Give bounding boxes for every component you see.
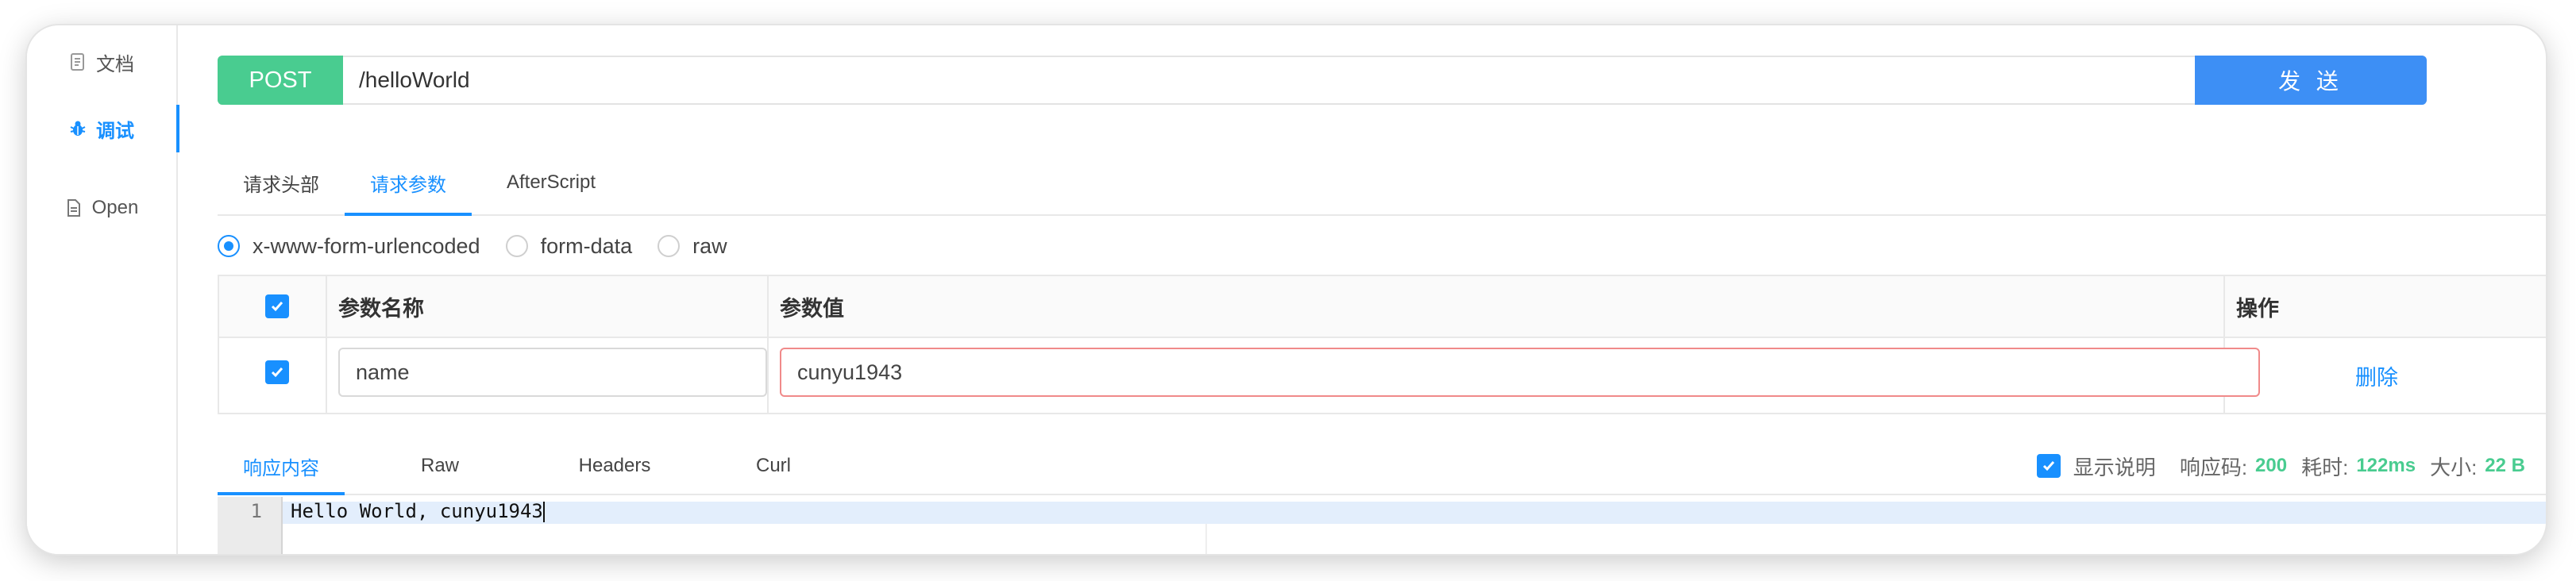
body-type-radio-group: x-www-form-urlencoded form-data raw	[218, 230, 753, 262]
radio-dot-icon	[657, 235, 681, 257]
sidebar-item-docs[interactable]: 文档	[27, 38, 176, 86]
radio-label: raw	[692, 233, 727, 258]
document-icon	[69, 52, 87, 71]
check-icon	[271, 302, 283, 312]
radio-dot-icon	[218, 235, 240, 257]
sidebar: 文档 调试 Open	[27, 25, 179, 554]
radio-form-data[interactable]: form-data	[505, 233, 633, 259]
sidebar-item-debug[interactable]: 调试	[27, 105, 179, 152]
tab-afterscript[interactable]: AfterScript	[472, 151, 631, 214]
active-line-highlight	[283, 502, 2546, 524]
send-button[interactable]: 发 送	[2195, 56, 2427, 105]
time-value: 122ms	[2356, 455, 2416, 476]
size-label: 大小:	[2430, 455, 2478, 479]
sidebar-item-open[interactable]: Open	[27, 184, 176, 232]
time-label: 耗时:	[2301, 455, 2349, 479]
check-icon	[2042, 461, 2054, 471]
show-desc-label: 显示说明	[2073, 455, 2156, 479]
delete-row-link[interactable]: 删除	[2355, 360, 2398, 391]
bug-icon	[69, 119, 87, 138]
param-value-input[interactable]	[780, 348, 2260, 397]
column-header-name: 参数名称	[338, 296, 424, 321]
url-input[interactable]	[343, 57, 2408, 103]
column-header-action: 操作	[2236, 296, 2279, 321]
line-number: 1	[250, 500, 262, 522]
radio-x-www-form-urlencoded[interactable]: x-www-form-urlencoded	[218, 234, 480, 259]
response-tabs: 响应内容 Raw Headers Curl 显示说明 响应码: 200 耗时: …	[218, 438, 2546, 495]
tab-raw[interactable]: Raw	[345, 438, 535, 494]
response-meta: 显示说明 响应码: 200 耗时: 122ms 大小: 22 B	[2036, 438, 2525, 494]
params-table: 参数名称 参数值 操作 删除	[218, 275, 2546, 414]
sidebar-item-label: Open	[91, 197, 139, 218]
line-gutter: 1	[218, 497, 283, 554]
tab-curl[interactable]: Curl	[694, 438, 853, 494]
editor-divider	[1205, 524, 1207, 554]
column-header-value: 参数值	[780, 296, 844, 321]
check-icon	[271, 367, 283, 378]
radio-label: form-data	[540, 233, 633, 258]
show-desc-checkbox[interactable]	[2036, 454, 2061, 478]
status-label: 响应码:	[2179, 455, 2248, 479]
size-value: 22 B	[2485, 455, 2525, 476]
params-table-header	[219, 276, 2546, 338]
sidebar-item-label: 调试	[96, 120, 134, 142]
text-caret	[542, 502, 545, 522]
request-tabs: 请求头部 请求参数 AfterScript	[218, 151, 2546, 216]
tab-headers[interactable]: Headers	[535, 438, 694, 494]
radio-label: x-www-form-urlencoded	[253, 233, 480, 258]
radio-dot-icon	[505, 235, 528, 257]
sidebar-item-label: 文档	[96, 53, 134, 75]
file-icon	[65, 198, 83, 217]
response-editor[interactable]: 1 Hello World, cunyu1943	[218, 497, 2546, 554]
request-url-bar: POST	[218, 56, 2427, 105]
row-checkbox[interactable]	[265, 360, 289, 384]
status-value: 200	[2255, 455, 2288, 476]
param-name-input[interactable]	[338, 348, 767, 397]
tab-response-content[interactable]: 响应内容	[218, 438, 345, 495]
tab-request-headers[interactable]: 请求头部	[218, 151, 345, 214]
tab-request-params[interactable]: 请求参数	[345, 151, 472, 216]
radio-raw[interactable]: raw	[657, 234, 727, 259]
select-all-checkbox[interactable]	[265, 294, 289, 318]
method-badge[interactable]: POST	[218, 56, 343, 105]
code-line: Hello World, cunyu1943	[291, 500, 545, 522]
app-window: 文档 调试 Open POST 发 送 请求头部 请求参数 AfterScrip…	[27, 25, 2546, 554]
